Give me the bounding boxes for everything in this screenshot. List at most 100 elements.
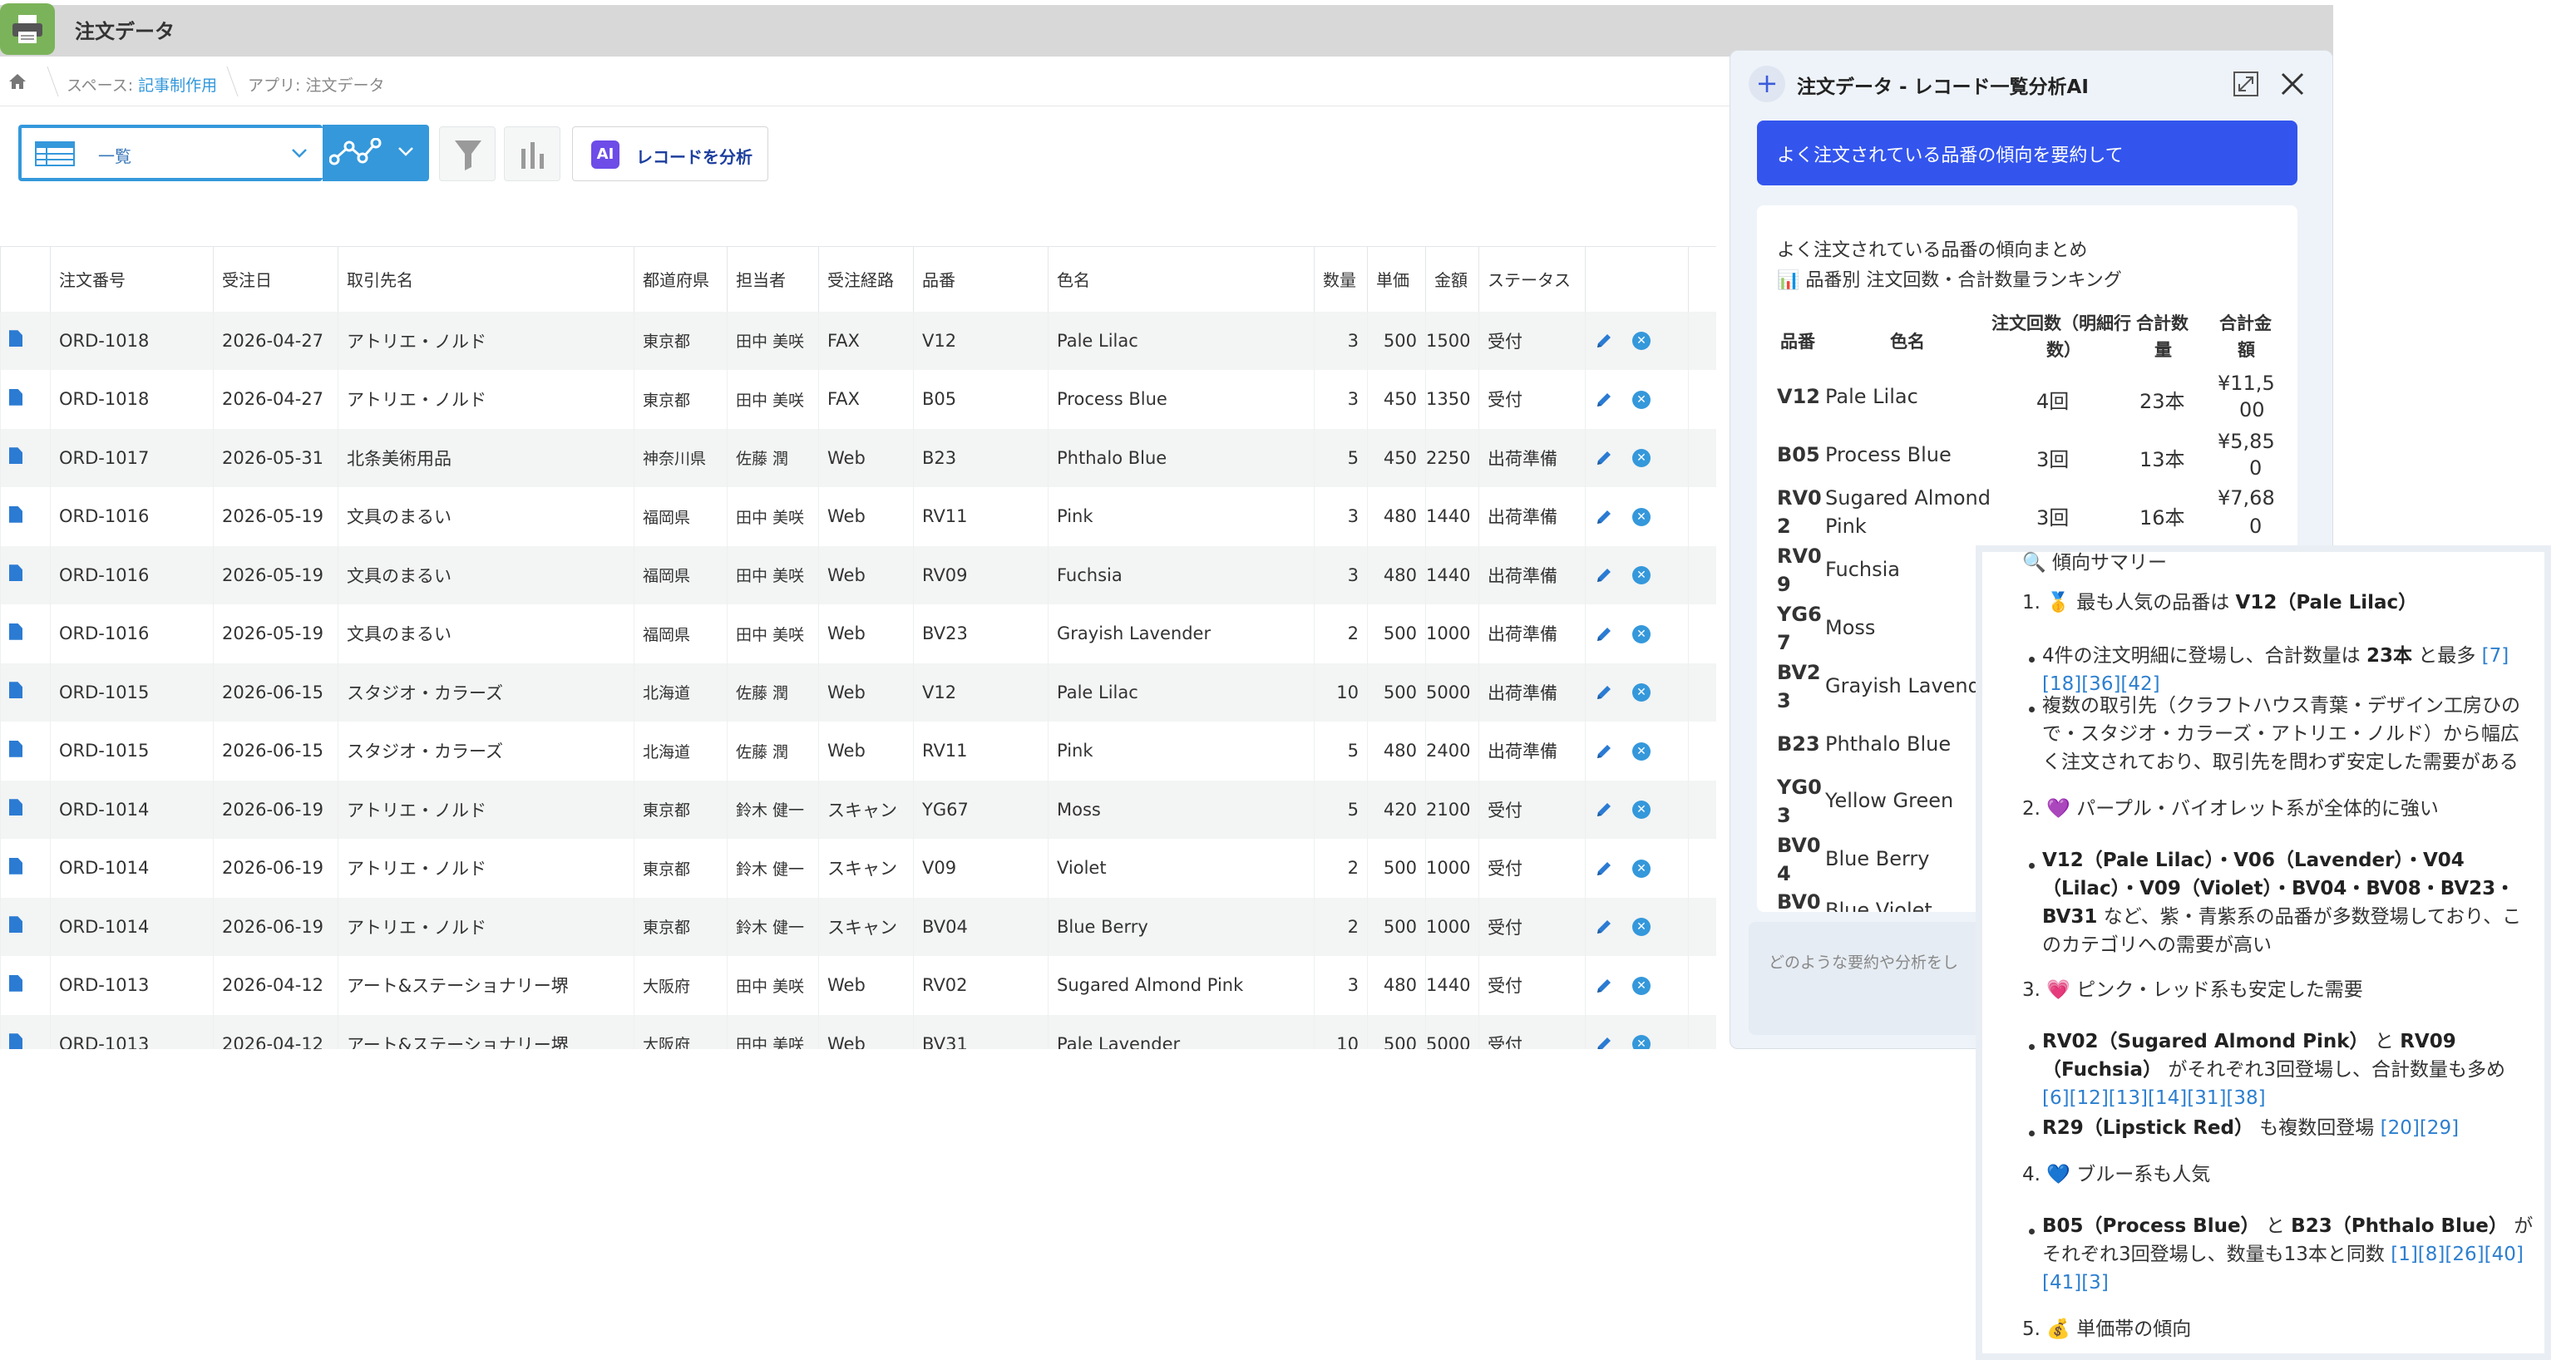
table-header-channel[interactable]: 受注経路	[818, 246, 914, 312]
row-actions: ✕	[1585, 780, 1689, 839]
printer-icon[interactable]	[0, 3, 55, 55]
record-detail-cell[interactable]	[0, 897, 51, 956]
table-row[interactable]: ORD-1013 2026-04-12 アート&ステーショナリー堺 大阪府 田中…	[0, 1014, 1716, 1049]
row-actions: ✕	[1585, 897, 1689, 956]
close-icon[interactable]	[2276, 67, 2309, 101]
delete-icon[interactable]: ✕	[1632, 449, 1651, 468]
summary-3-bullet-1-refs[interactable]: [6][12][13][14][31][38]	[2042, 1084, 2266, 1113]
breadcrumb-space-link[interactable]: 記事制作用	[138, 76, 217, 95]
table-header-status[interactable]: ステータス	[1478, 246, 1586, 312]
record-detail-cell[interactable]	[0, 370, 51, 429]
document-icon[interactable]	[9, 682, 22, 699]
row-actions: ✕	[1585, 722, 1689, 781]
edit-icon[interactable]	[1594, 976, 1614, 996]
table-row[interactable]: ORD-1013 2026-04-12 アート&ステーショナリー堺 大阪府 田中…	[0, 956, 1716, 1015]
record-detail-cell[interactable]	[0, 604, 51, 663]
document-icon[interactable]	[9, 505, 22, 523]
document-icon[interactable]	[9, 447, 22, 465]
document-icon[interactable]	[9, 916, 22, 934]
table-row[interactable]: ORD-1016 2026-05-19 文具のまるい 福岡県 田中 美咲 Web…	[0, 487, 1716, 546]
edit-icon[interactable]	[1594, 859, 1614, 879]
table-header-order-date[interactable]: 受注日	[213, 246, 338, 312]
table-header-order-no[interactable]: 注文番号	[50, 246, 214, 312]
edit-icon[interactable]	[1594, 624, 1614, 644]
table-row[interactable]: ORD-1017 2026-05-31 北条美術用品 神奈川県 佐藤 潤 Web…	[0, 428, 1716, 487]
delete-icon[interactable]: ✕	[1632, 507, 1651, 526]
expand-icon[interactable]	[2231, 69, 2261, 99]
delete-icon[interactable]: ✕	[1632, 624, 1651, 643]
record-detail-cell[interactable]	[0, 722, 51, 781]
document-icon[interactable]	[9, 740, 22, 757]
delete-icon[interactable]: ✕	[1632, 390, 1651, 409]
table-row[interactable]: ORD-1014 2026-06-19 アトリエ・ノルド 東京都 鈴木 健一 ス…	[0, 897, 1716, 956]
edit-icon[interactable]	[1594, 682, 1614, 702]
edit-icon[interactable]	[1594, 507, 1614, 527]
record-detail-cell[interactable]	[0, 956, 51, 1015]
document-icon[interactable]	[9, 388, 22, 406]
table-row[interactable]: ORD-1014 2026-06-19 アトリエ・ノルド 東京都 鈴木 健一 ス…	[0, 780, 1716, 839]
edit-icon[interactable]	[1594, 800, 1614, 820]
analyze-records-button[interactable]: AI レコードを分析	[572, 126, 768, 181]
table-row[interactable]: ORD-1015 2026-06-15 スタジオ・カラーズ 北海道 佐藤 潤 W…	[0, 663, 1716, 722]
record-detail-cell[interactable]	[0, 663, 51, 722]
table-row[interactable]: ORD-1018 2026-04-27 アトリエ・ノルド 東京都 田中 美咲 F…	[0, 370, 1716, 429]
table-header-quantity[interactable]: 数量	[1314, 246, 1368, 312]
document-icon[interactable]	[9, 330, 22, 347]
record-detail-cell[interactable]	[0, 839, 51, 898]
edit-icon[interactable]	[1594, 1034, 1614, 1049]
document-icon[interactable]	[9, 857, 22, 875]
table-view-icon	[35, 141, 75, 166]
new-chat-button[interactable]: +	[1749, 66, 1785, 102]
chart-button[interactable]	[504, 126, 560, 181]
record-detail-cell[interactable]	[0, 780, 51, 839]
table-row[interactable]: ORD-1014 2026-06-19 アトリエ・ノルド 東京都 鈴木 健一 ス…	[0, 839, 1716, 898]
edit-icon[interactable]	[1594, 917, 1614, 937]
document-icon[interactable]	[9, 623, 22, 640]
delete-icon[interactable]: ✕	[1632, 1035, 1651, 1049]
record-detail-cell[interactable]	[0, 545, 51, 604]
document-icon[interactable]	[9, 974, 22, 992]
graph-menu-button[interactable]	[323, 125, 429, 181]
edit-icon[interactable]	[1594, 565, 1614, 585]
color-name-cell: Pale Lilac	[1048, 311, 1315, 370]
document-icon[interactable]	[9, 799, 22, 816]
document-icon[interactable]	[9, 564, 22, 582]
table-header-prefecture[interactable]: 都道府県	[634, 246, 728, 312]
table-header-item-code[interactable]: 品番	[913, 246, 1049, 312]
table-row[interactable]: ORD-1016 2026-05-19 文具のまるい 福岡県 田中 美咲 Web…	[0, 545, 1716, 604]
delete-icon[interactable]: ✕	[1632, 859, 1651, 878]
edit-icon[interactable]	[1594, 448, 1614, 468]
delete-icon[interactable]: ✕	[1632, 918, 1651, 937]
delete-icon[interactable]: ✕	[1632, 801, 1651, 820]
delete-icon[interactable]: ✕	[1632, 566, 1651, 585]
staff-cell: 田中 美咲	[727, 545, 819, 604]
record-detail-cell[interactable]	[0, 1014, 51, 1049]
table-row[interactable]: ORD-1015 2026-06-15 スタジオ・カラーズ 北海道 佐藤 潤 W…	[0, 722, 1716, 781]
summary-1-bullet-2-line-1: 複数の取引先（クラフトハウス青葉・デザイン工房ひの	[2042, 695, 2520, 717]
record-detail-cell[interactable]	[0, 428, 51, 487]
delete-icon[interactable]: ✕	[1632, 332, 1651, 351]
delete-icon[interactable]: ✕	[1632, 683, 1651, 702]
table-header-amount[interactable]: 金額	[1425, 246, 1479, 312]
table-header-staff[interactable]: 担当者	[727, 246, 819, 312]
table-row[interactable]: ORD-1016 2026-05-19 文具のまるい 福岡県 田中 美咲 Web…	[0, 604, 1716, 663]
home-icon[interactable]	[8, 73, 27, 90]
summary-4-bullet-1-refs[interactable]: [41][3]	[2042, 1269, 2109, 1298]
table-header-color-name[interactable]: 色名	[1048, 246, 1315, 312]
view-select[interactable]: 一覧	[18, 125, 323, 181]
breadcrumb-space[interactable]: スペース: 記事制作用	[67, 73, 217, 96]
document-icon[interactable]	[9, 1033, 22, 1049]
record-detail-cell[interactable]	[0, 311, 51, 370]
edit-icon[interactable]	[1594, 390, 1614, 410]
table-row[interactable]: ORD-1018 2026-04-27 アトリエ・ノルド 東京都 田中 美咲 F…	[0, 311, 1716, 370]
edit-icon[interactable]	[1594, 742, 1614, 761]
delete-icon[interactable]: ✕	[1632, 742, 1651, 761]
delete-icon[interactable]: ✕	[1632, 976, 1651, 995]
filter-button[interactable]	[439, 126, 496, 181]
table-header-unit-price[interactable]: 単価	[1367, 246, 1426, 312]
table-header-customer[interactable]: 取引先名	[338, 246, 634, 312]
record-detail-cell[interactable]	[0, 487, 51, 546]
amount-cell: 1440	[1425, 956, 1479, 1015]
edit-icon[interactable]	[1594, 331, 1614, 351]
item-code-cell: RV09	[913, 545, 1049, 604]
